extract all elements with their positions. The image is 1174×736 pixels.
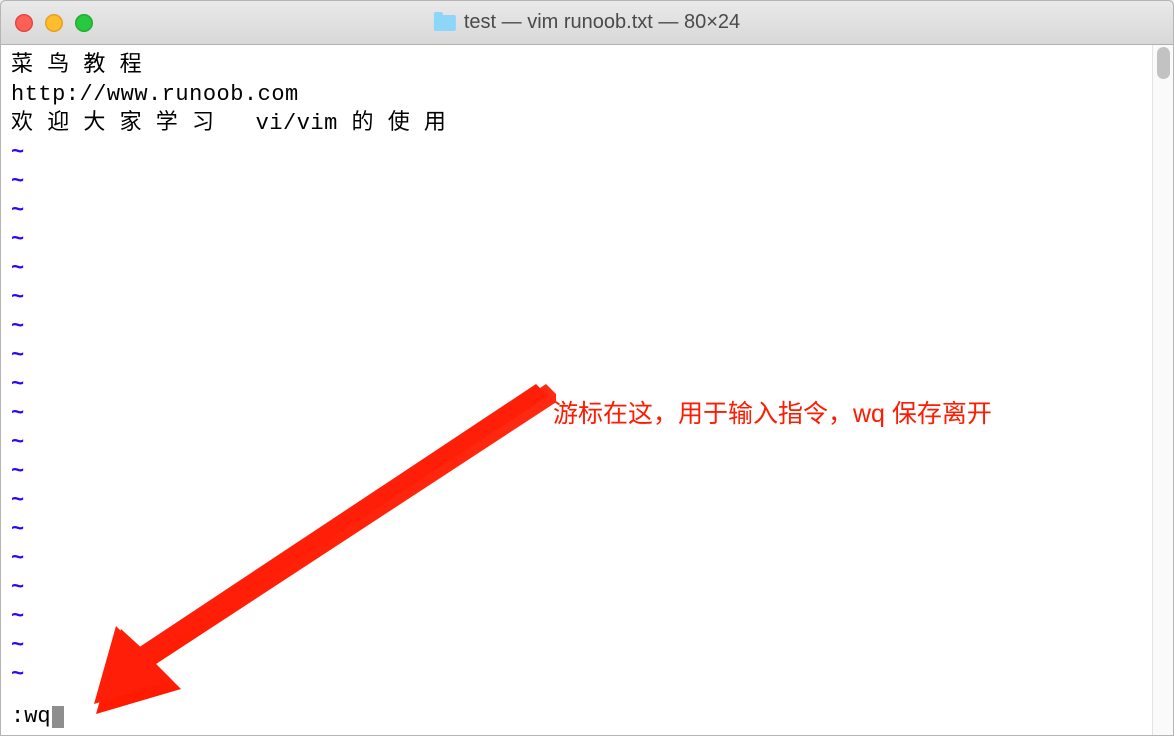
tilde-line: ~: [11, 312, 1163, 341]
tilde-line: ~: [11, 602, 1163, 631]
tilde-line: ~: [11, 138, 1163, 167]
command-text: :wq: [11, 702, 51, 731]
titlebar[interactable]: test — vim runoob.txt — 80×24: [1, 1, 1173, 45]
tilde-line: ~: [11, 428, 1163, 457]
annotation-text: 游标在这，用于输入指令，wq 保存离开: [553, 400, 992, 429]
terminal-window: test — vim runoob.txt — 80×24 菜 鸟 教 程htt…: [0, 0, 1174, 736]
tilde-line: ~: [11, 283, 1163, 312]
tilde-line: ~: [11, 225, 1163, 254]
scrollbar-track[interactable]: [1152, 45, 1173, 735]
cursor-block: [52, 706, 64, 728]
tilde-line: ~: [11, 457, 1163, 486]
editor-line: http://www.runoob.com: [11, 80, 1163, 109]
editor-line: 欢 迎 大 家 学 习 vi/vim 的 使 用: [11, 109, 1163, 138]
editor-line: 菜 鸟 教 程: [11, 51, 1163, 80]
tilde-line: ~: [11, 515, 1163, 544]
window-title: test — vim runoob.txt — 80×24: [464, 11, 740, 34]
vim-command-line[interactable]: :wq: [11, 702, 64, 731]
tilde-line: ~: [11, 196, 1163, 225]
tilde-line: ~: [11, 167, 1163, 196]
terminal-body[interactable]: 菜 鸟 教 程http://www.runoob.com欢 迎 大 家 学 习 …: [1, 45, 1173, 735]
tilde-line: ~: [11, 544, 1163, 573]
tilde-line: ~: [11, 370, 1163, 399]
traffic-lights: [1, 14, 93, 32]
tilde-line: ~: [11, 631, 1163, 660]
tilde-line: ~: [11, 341, 1163, 370]
minimize-button[interactable]: [45, 14, 63, 32]
tilde-line: ~: [11, 660, 1163, 689]
tilde-line: ~: [11, 486, 1163, 515]
tilde-line: ~: [11, 573, 1163, 602]
tilde-line: ~: [11, 254, 1163, 283]
maximize-button[interactable]: [75, 14, 93, 32]
scrollbar-thumb[interactable]: [1157, 47, 1170, 79]
close-button[interactable]: [15, 14, 33, 32]
window-title-area: test — vim runoob.txt — 80×24: [434, 11, 740, 34]
folder-icon: [434, 15, 456, 31]
